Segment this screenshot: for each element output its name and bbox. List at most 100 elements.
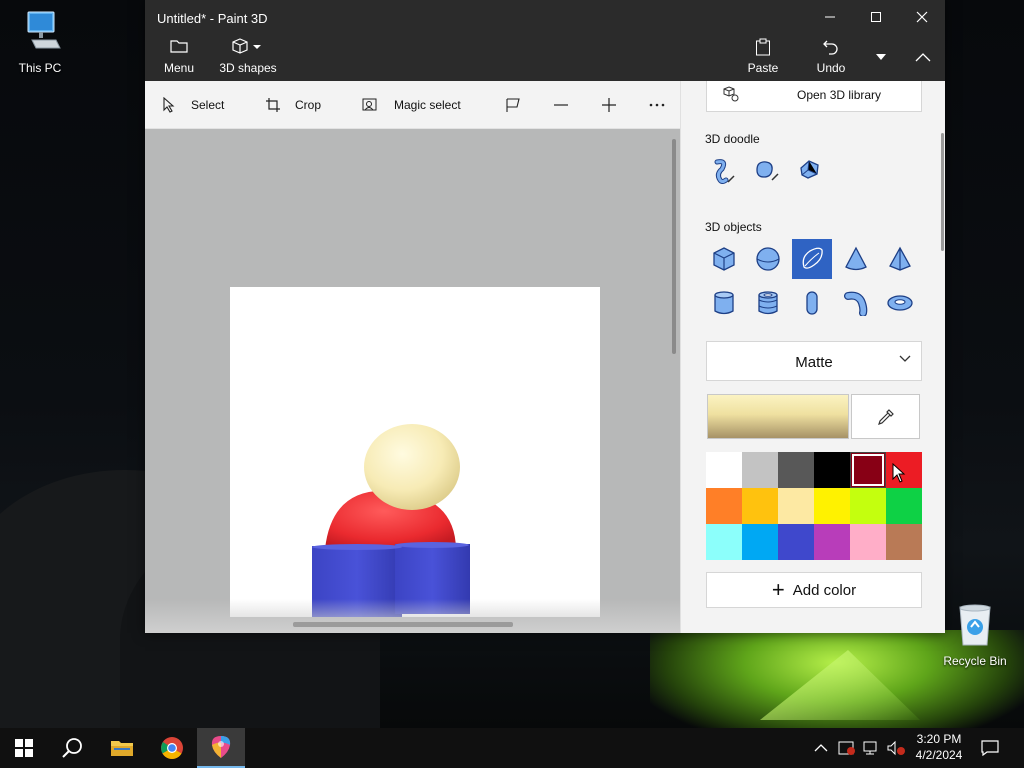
tube-doodle-button[interactable]	[790, 151, 830, 191]
paste-button[interactable]: Paste	[747, 38, 779, 75]
start-button[interactable]	[0, 728, 48, 768]
magic-select-tool[interactable]: Magic select	[362, 81, 461, 129]
search-icon	[62, 738, 82, 758]
current-color-swatch[interactable]	[707, 394, 849, 439]
soft-edge-doodle-button[interactable]	[746, 151, 786, 191]
minus-icon	[554, 104, 568, 106]
crop-tool[interactable]: Crop	[265, 81, 321, 129]
menu-button[interactable]: Menu	[161, 38, 197, 75]
folder-icon	[161, 38, 197, 58]
cube-outline-icon	[219, 38, 277, 58]
clock-date: 4/2/2024	[915, 748, 963, 762]
horizontal-scrollbar[interactable]	[293, 622, 513, 627]
undo-button[interactable]: Undo	[815, 38, 847, 75]
capsule-icon	[806, 291, 818, 315]
close-icon	[916, 11, 928, 23]
more-options-button[interactable]	[649, 81, 679, 129]
add-color-label: Add color	[792, 581, 857, 599]
add-color-button[interactable]: + Add color	[706, 572, 922, 608]
more-icon	[649, 103, 665, 107]
vertical-scrollbar[interactable]	[672, 139, 676, 354]
collapse-ribbon-button[interactable]	[901, 38, 945, 76]
color-swatch[interactable]	[706, 524, 742, 560]
cone-button[interactable]	[836, 239, 876, 279]
drawing-canvas[interactable]	[230, 287, 600, 620]
mouse-cursor-icon	[892, 462, 906, 486]
volume-muted-icon[interactable]	[886, 740, 906, 756]
clock[interactable]: 3:20 PM 4/2/2024	[906, 731, 972, 763]
color-swatch[interactable]	[778, 452, 814, 488]
select-tool[interactable]: Select	[161, 81, 224, 129]
pyramid-button[interactable]	[880, 239, 920, 279]
3d-shapes-panel: Open 3D library 3D doodle 3D objects Mat…	[680, 81, 945, 633]
color-swatch[interactable]	[850, 488, 886, 524]
history-dropdown-button[interactable]	[859, 38, 903, 76]
chevron-up-icon	[915, 53, 931, 62]
sharp-edge-doodle-button[interactable]	[702, 151, 742, 191]
canvas-viewport[interactable]	[145, 129, 680, 633]
action-center-button[interactable]	[968, 728, 1012, 768]
maximize-icon	[871, 12, 881, 22]
3d-shapes-button[interactable]: 3D shapes	[219, 38, 277, 75]
color-swatch[interactable]	[814, 488, 850, 524]
open-3d-library-label: Open 3D library	[797, 88, 882, 102]
color-swatch[interactable]	[742, 452, 778, 488]
capsule-button[interactable]	[792, 283, 832, 323]
egg-button[interactable]	[792, 239, 832, 279]
search-button[interactable]	[48, 728, 96, 768]
sphere-button[interactable]	[748, 239, 788, 279]
curved-tube-icon	[844, 291, 868, 316]
eyedropper-button[interactable]	[851, 394, 920, 439]
color-swatch[interactable]	[814, 524, 850, 560]
color-swatch[interactable]	[742, 524, 778, 560]
zoom-in-button[interactable]	[601, 81, 631, 129]
yellow-sphere-shape[interactable]	[364, 424, 460, 510]
network-icon[interactable]	[862, 740, 880, 756]
paint3d-taskbar-button[interactable]	[197, 728, 245, 768]
chevron-up-icon[interactable]	[814, 743, 828, 753]
sticker-tool[interactable]	[505, 81, 535, 129]
desktop-icon-label: This PC	[18, 61, 62, 75]
donut-button[interactable]	[880, 283, 920, 323]
color-swatch[interactable]	[778, 524, 814, 560]
color-swatch[interactable]	[814, 452, 850, 488]
color-swatch[interactable]	[742, 488, 778, 524]
window-title: Untitled* - Paint 3D	[157, 11, 268, 26]
security-alert-icon[interactable]	[838, 740, 856, 756]
open-3d-library-button[interactable]: Open 3D library	[706, 81, 922, 112]
color-palette	[706, 452, 922, 560]
chrome-button[interactable]	[148, 728, 196, 768]
panel-scrollbar[interactable]	[941, 133, 944, 251]
cylinder-button[interactable]	[704, 283, 744, 323]
file-explorer-button[interactable]	[98, 728, 146, 768]
close-button[interactable]	[899, 0, 945, 34]
paste-label: Paste	[747, 61, 779, 75]
cube-button[interactable]	[704, 239, 744, 279]
color-swatch[interactable]	[886, 488, 922, 524]
color-swatch[interactable]	[778, 488, 814, 524]
color-swatch[interactable]	[706, 452, 742, 488]
pyramid-icon	[889, 246, 911, 271]
minimize-button[interactable]	[807, 0, 853, 34]
minimize-icon	[825, 16, 835, 18]
tube-button[interactable]	[748, 283, 788, 323]
chevron-down-icon	[876, 54, 886, 60]
3d-library-icon	[723, 86, 739, 105]
desktop-icon-label: Recycle Bin	[943, 654, 1007, 668]
color-swatch[interactable]	[850, 452, 886, 488]
chrome-icon	[161, 737, 183, 759]
recycle-bin-icon	[935, 603, 1015, 650]
desktop-icon-this-pc[interactable]: This PC	[0, 10, 80, 75]
color-swatch[interactable]	[706, 488, 742, 524]
desktop-icon-recycle-bin[interactable]: Recycle Bin	[935, 603, 1015, 668]
zoom-out-button[interactable]	[553, 81, 583, 129]
notification-icon	[981, 740, 999, 756]
cube-icon	[713, 247, 735, 271]
maximize-button[interactable]	[853, 0, 899, 34]
material-value: Matte	[795, 354, 833, 371]
material-dropdown[interactable]: Matte	[706, 341, 922, 381]
curved-tube-button[interactable]	[836, 283, 876, 323]
color-swatch[interactable]	[850, 524, 886, 560]
color-swatch[interactable]	[886, 524, 922, 560]
floor-shadow	[145, 599, 680, 633]
